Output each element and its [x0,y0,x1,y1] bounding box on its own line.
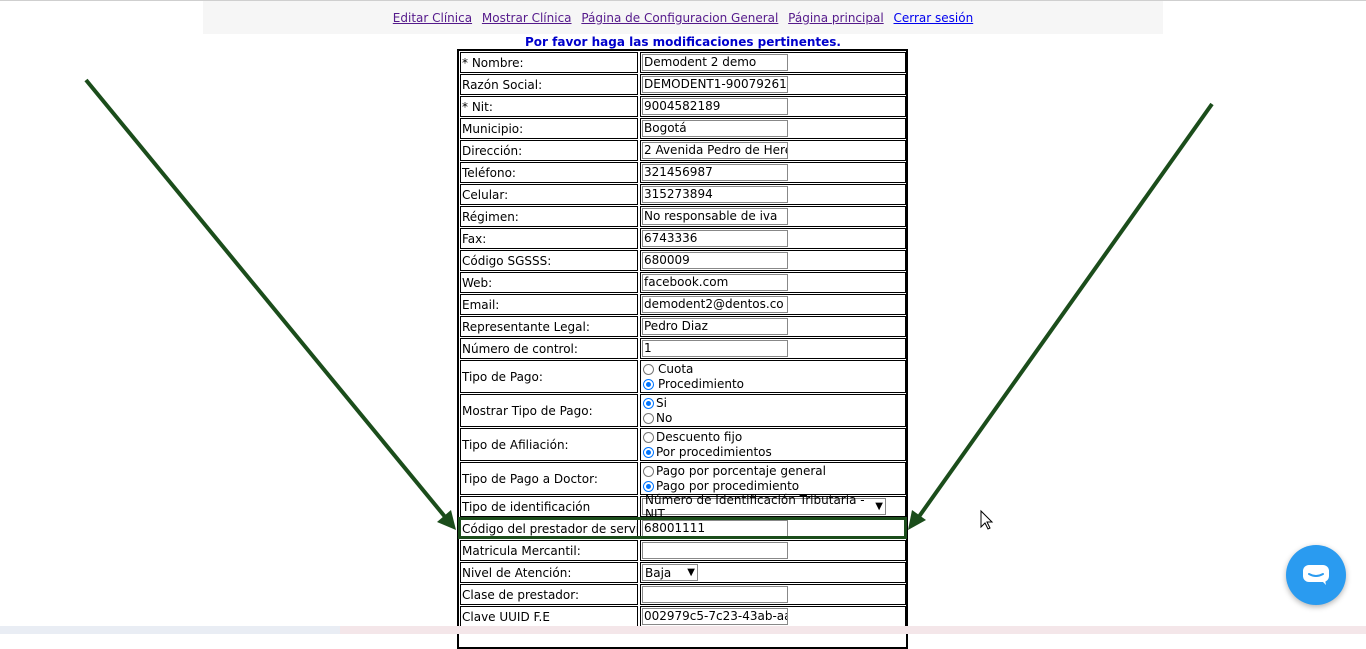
arrow-left [84,78,456,530]
chat-bubble-icon [1303,565,1329,585]
annotation-arrows [84,78,1214,530]
taskbar-strip [0,626,1366,634]
chat-button[interactable] [1286,545,1346,605]
arrow-right [908,102,1214,530]
mouse-pointer-icon [980,509,994,530]
